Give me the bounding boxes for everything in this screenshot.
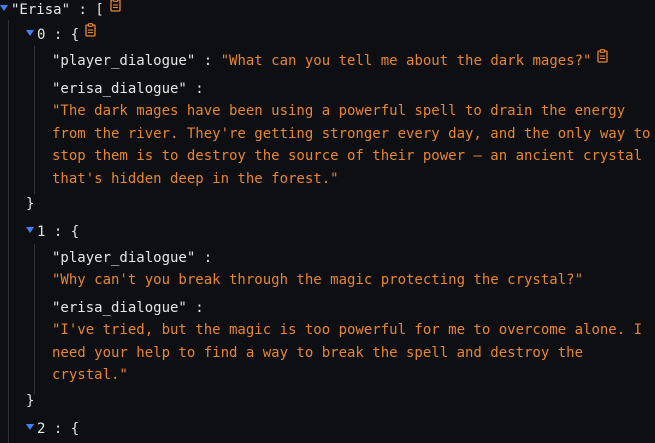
caret-down-icon[interactable]	[26, 30, 34, 36]
entry-0-player-dialogue: "player_dialogue" : "What can you tell m…	[52, 49, 609, 71]
close-brace: }	[26, 393, 35, 409]
indent-guide-entry-0	[34, 46, 35, 194]
entry-1-header: 1 : {	[26, 222, 79, 242]
caret-down-icon[interactable]	[26, 227, 34, 233]
root-colon: :	[78, 2, 87, 18]
open-brace: {	[70, 421, 80, 437]
open-brace: {	[70, 27, 80, 43]
open-brace: {	[70, 224, 80, 240]
player-dialogue-key: "player_dialogue"	[52, 53, 196, 69]
json-viewer: "Erisa" : [ 0 : { "player_dialogue" : "W…	[0, 0, 655, 443]
caret-down-icon[interactable]	[0, 5, 8, 11]
erisa-dialogue-key: "erisa_dialogue"	[52, 81, 187, 97]
entry-0-header: 0 : {	[26, 23, 96, 45]
entry-1-player-dialogue-value-row: "Why can't you break through the magic p…	[52, 270, 583, 290]
clipboard-copy-icon[interactable]	[597, 49, 609, 63]
root-row: "Erisa" : [	[0, 0, 121, 20]
clipboard-copy-icon[interactable]	[85, 23, 96, 37]
root-open-bracket: [	[95, 2, 104, 18]
indent-guide-root	[8, 20, 9, 443]
caret-down-icon[interactable]	[26, 424, 34, 430]
entry-1-player-dialogue-key-row: "player_dialogue" :	[52, 250, 213, 266]
entry-0-close: }	[26, 194, 34, 214]
close-brace: }	[26, 196, 35, 212]
indent-guide-entry-1	[34, 244, 35, 394]
erisa-dialogue-value[interactable]: "I've tried, but the magic is too powerf…	[52, 319, 652, 387]
entry-1-erisa-dialogue-key-row: "erisa_dialogue" :	[52, 300, 204, 316]
erisa-dialogue-key: "erisa_dialogue"	[52, 300, 187, 316]
entry-0-erisa-dialogue-key-row: "erisa_dialogue" :	[52, 81, 204, 97]
entry-1-close: }	[26, 391, 34, 411]
erisa-dialogue-value[interactable]: "The dark mages have been using a powerf…	[52, 100, 652, 191]
entry-2-header: 2 : {	[26, 419, 79, 439]
player-dialogue-value[interactable]: "What can you tell me about the dark mag…	[221, 53, 592, 69]
clipboard-copy-icon[interactable]	[110, 0, 121, 12]
player-dialogue-value[interactable]: "Why can't you break through the magic p…	[52, 272, 583, 288]
root-key: "Erisa"	[11, 2, 71, 18]
player-dialogue-key: "player_dialogue"	[52, 250, 196, 266]
